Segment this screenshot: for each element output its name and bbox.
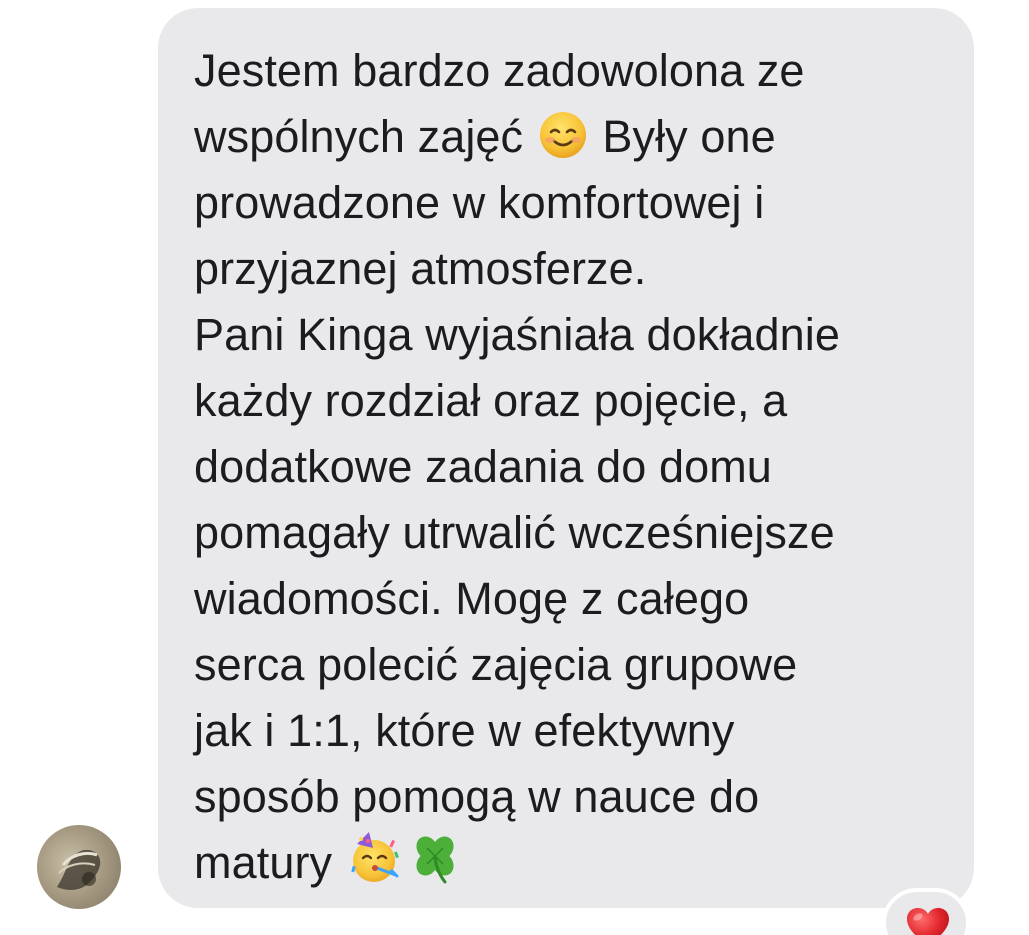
message-line: Były one	[602, 111, 776, 162]
smiling-face-icon	[538, 110, 588, 160]
message-line-with-emoji: matury	[194, 830, 954, 896]
message-line: sposób pomogą w nauce do	[194, 771, 760, 822]
message-line: serca polecić zajęcia grupowe	[194, 639, 798, 690]
message-line: prowadzone w komfortowej i	[194, 177, 765, 228]
message-line: Jestem bardzo zadowolona ze	[194, 45, 805, 96]
four-leaf-clover-icon	[407, 830, 463, 886]
partying-face-icon	[347, 830, 403, 886]
red-heart-icon	[905, 906, 951, 935]
message-line-with-emoji: wspólnych zajęć Były one	[194, 104, 954, 170]
message-bubble[interactable]: Jestem bardzo zadowolona ze wspólnych za…	[158, 8, 974, 908]
message-line: wiadomości. Mogę z całego	[194, 573, 750, 624]
message-line: każdy rozdział oraz pojęcie, a	[194, 375, 788, 426]
message-line: dodatkowe zadania do domu	[194, 441, 772, 492]
message-line: Pani Kinga wyjaśniała dokładnie	[194, 309, 841, 360]
message-line: pomagały utrwalić wcześniejsze	[194, 507, 835, 558]
message-line: jak i 1:1, które w efektywny	[194, 705, 735, 756]
message-line: przyjaznej atmosferze.	[194, 243, 647, 294]
message-line: matury	[194, 837, 333, 888]
message-text: Jestem bardzo zadowolona ze wspólnych za…	[194, 38, 954, 896]
avatar-photo	[57, 849, 101, 890]
heart-reaction[interactable]	[882, 888, 970, 935]
message-line: wspólnych zajęć	[194, 111, 524, 162]
sender-avatar[interactable]	[37, 825, 121, 909]
